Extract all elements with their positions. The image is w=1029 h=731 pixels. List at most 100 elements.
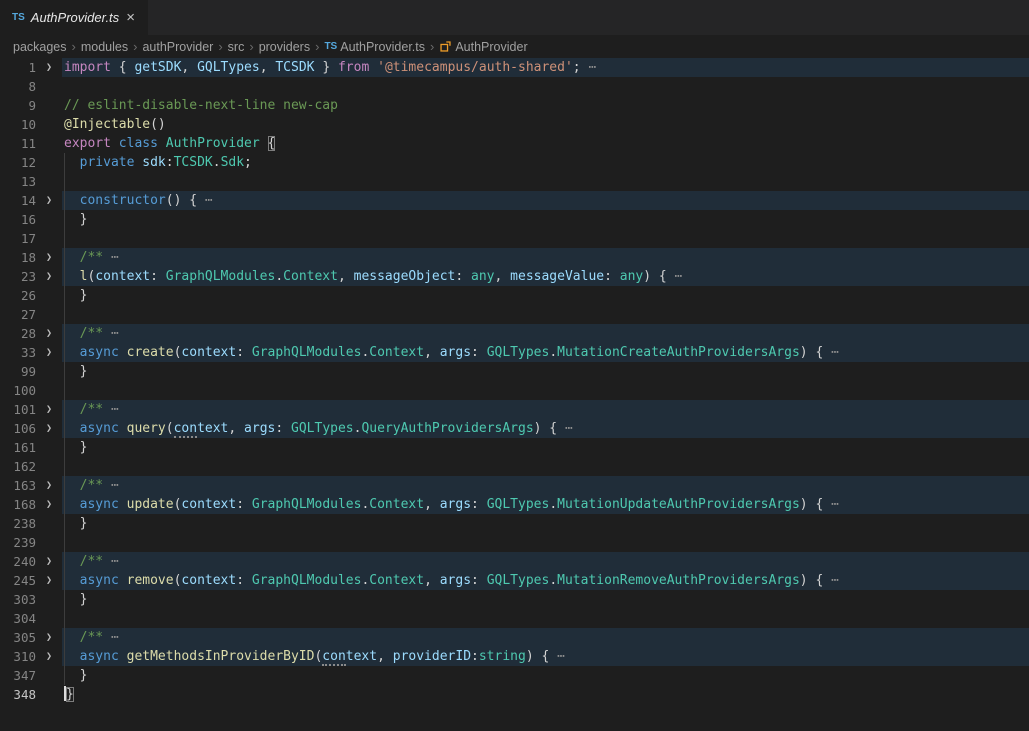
code-line-23: 23❯ l(context: GraphQLModules.Context, m… bbox=[0, 267, 1029, 286]
breadcrumb-item-modules[interactable]: modules bbox=[81, 40, 128, 54]
code-line-content[interactable] bbox=[62, 381, 1029, 400]
breadcrumb-item-providers[interactable]: providers bbox=[259, 40, 310, 54]
line-number[interactable]: 28 bbox=[0, 324, 36, 343]
code-line-content[interactable]: import { getSDK, GQLTypes, TCSDK } from … bbox=[62, 58, 1029, 77]
code-token: args bbox=[440, 345, 471, 360]
line-number[interactable]: 310 bbox=[0, 647, 36, 666]
line-number[interactable]: 33 bbox=[0, 343, 36, 362]
code-token: constructor bbox=[80, 193, 166, 208]
line-number[interactable]: 14 bbox=[0, 191, 36, 210]
code-line-content[interactable]: } bbox=[62, 666, 1029, 685]
code-line-content[interactable] bbox=[62, 229, 1029, 248]
fold-chevron-icon[interactable]: ❯ bbox=[36, 343, 62, 362]
line-number[interactable]: 12 bbox=[0, 153, 36, 172]
line-number[interactable]: 18 bbox=[0, 248, 36, 267]
fold-chevron-icon[interactable]: ❯ bbox=[36, 476, 62, 495]
line-number[interactable]: 238 bbox=[0, 514, 36, 533]
code-line-content[interactable]: async remove(context: GraphQLModules.Con… bbox=[62, 571, 1029, 590]
line-number[interactable]: 162 bbox=[0, 457, 36, 476]
fold-chevron-icon[interactable]: ❯ bbox=[36, 419, 62, 438]
line-number[interactable]: 100 bbox=[0, 381, 36, 400]
code-line-content[interactable]: /** ⋯ bbox=[62, 552, 1029, 571]
line-number[interactable]: 27 bbox=[0, 305, 36, 324]
line-number[interactable]: 9 bbox=[0, 96, 36, 115]
line-number[interactable]: 245 bbox=[0, 571, 36, 590]
code-line-content[interactable]: } bbox=[62, 210, 1029, 229]
fold-chevron-icon[interactable]: ❯ bbox=[36, 267, 62, 286]
line-number[interactable]: 11 bbox=[0, 134, 36, 153]
code-line-content[interactable]: // eslint-disable-next-line new-cap bbox=[62, 96, 1029, 115]
code-line-content[interactable] bbox=[62, 533, 1029, 552]
line-number[interactable]: 161 bbox=[0, 438, 36, 457]
fold-chevron-icon[interactable]: ❯ bbox=[36, 400, 62, 419]
code-line-content[interactable]: } bbox=[62, 286, 1029, 305]
line-number[interactable]: 23 bbox=[0, 267, 36, 286]
fold-chevron-icon[interactable]: ❯ bbox=[36, 58, 62, 77]
code-line-content[interactable] bbox=[62, 77, 1029, 96]
line-number[interactable]: 99 bbox=[0, 362, 36, 381]
indent-guide bbox=[64, 552, 65, 571]
code-line-content[interactable]: /** ⋯ bbox=[62, 400, 1029, 419]
code-line-content[interactable]: l(context: GraphQLModules.Context, messa… bbox=[62, 267, 1029, 286]
line-number[interactable]: 1 bbox=[0, 58, 36, 77]
code-token bbox=[111, 136, 119, 151]
code-line-content[interactable]: } bbox=[62, 514, 1029, 533]
code-token: MutationCreateAuthProvidersArgs bbox=[557, 345, 800, 360]
code-line-content[interactable] bbox=[62, 172, 1029, 191]
code-line-content[interactable]: /** ⋯ bbox=[62, 324, 1029, 343]
code-line-content[interactable]: } bbox=[62, 685, 1029, 704]
line-number[interactable]: 26 bbox=[0, 286, 36, 305]
close-icon[interactable]: × bbox=[123, 9, 138, 26]
fold-chevron-icon[interactable]: ❯ bbox=[36, 647, 62, 666]
code-token: sdk bbox=[142, 155, 165, 170]
fold-chevron-icon[interactable]: ❯ bbox=[36, 495, 62, 514]
code-line-content[interactable]: async query(context, args: GQLTypes.Quer… bbox=[62, 419, 1029, 438]
line-number[interactable]: 304 bbox=[0, 609, 36, 628]
line-number[interactable]: 239 bbox=[0, 533, 36, 552]
code-line-content[interactable]: } bbox=[62, 438, 1029, 457]
code-line-content[interactable]: @Injectable() bbox=[62, 115, 1029, 134]
breadcrumb-item-src[interactable]: src bbox=[228, 40, 245, 54]
breadcrumb-item-authprovider[interactable]: authProvider bbox=[142, 40, 213, 54]
line-number[interactable]: 8 bbox=[0, 77, 36, 96]
code-line-content[interactable]: /** ⋯ bbox=[62, 248, 1029, 267]
code-line-content[interactable]: async create(context: GraphQLModules.Con… bbox=[62, 343, 1029, 362]
code-line-content[interactable]: export class AuthProvider { bbox=[62, 134, 1029, 153]
code-line-content[interactable]: private sdk:TCSDK.Sdk; bbox=[62, 153, 1029, 172]
code-line-content[interactable]: async getMethodsInProviderByID(context, … bbox=[62, 647, 1029, 666]
line-number[interactable]: 303 bbox=[0, 590, 36, 609]
line-number[interactable]: 13 bbox=[0, 172, 36, 191]
line-number[interactable]: 17 bbox=[0, 229, 36, 248]
fold-chevron-icon[interactable]: ❯ bbox=[36, 324, 62, 343]
gutter: 106❯ bbox=[0, 419, 62, 438]
fold-chevron-icon[interactable]: ❯ bbox=[36, 628, 62, 647]
line-number[interactable]: 305 bbox=[0, 628, 36, 647]
breadcrumb-item-authprovider[interactable]: AuthProvider bbox=[439, 40, 527, 54]
fold-chevron-icon[interactable]: ❯ bbox=[36, 552, 62, 571]
code-line-content[interactable]: } bbox=[62, 590, 1029, 609]
fold-chevron-icon[interactable]: ❯ bbox=[36, 191, 62, 210]
line-number[interactable]: 240 bbox=[0, 552, 36, 571]
line-number[interactable]: 16 bbox=[0, 210, 36, 229]
code-line-content[interactable]: } bbox=[62, 362, 1029, 381]
tab-authprovider[interactable]: TS AuthProvider.ts × bbox=[0, 0, 148, 35]
code-line-content[interactable]: async update(context: GraphQLModules.Con… bbox=[62, 495, 1029, 514]
fold-chevron-icon[interactable]: ❯ bbox=[36, 248, 62, 267]
code-line-content[interactable] bbox=[62, 457, 1029, 476]
breadcrumb-item-packages[interactable]: packages bbox=[13, 40, 67, 54]
fold-chevron-icon[interactable]: ❯ bbox=[36, 571, 62, 590]
line-number[interactable]: 106 bbox=[0, 419, 36, 438]
code-line-content[interactable]: constructor() { ⋯ bbox=[62, 191, 1029, 210]
code-line-content[interactable]: /** ⋯ bbox=[62, 628, 1029, 647]
line-number[interactable]: 347 bbox=[0, 666, 36, 685]
code-line-content[interactable]: /** ⋯ bbox=[62, 476, 1029, 495]
line-number[interactable]: 168 bbox=[0, 495, 36, 514]
line-number[interactable]: 101 bbox=[0, 400, 36, 419]
code-editor[interactable]: 1❯import { getSDK, GQLTypes, TCSDK } fro… bbox=[0, 58, 1029, 731]
code-line-content[interactable] bbox=[62, 305, 1029, 324]
code-line-content[interactable] bbox=[62, 609, 1029, 628]
line-number[interactable]: 163 bbox=[0, 476, 36, 495]
line-number[interactable]: 10 bbox=[0, 115, 36, 134]
breadcrumb-item-authprovider-ts[interactable]: TSAuthProvider.ts bbox=[324, 40, 425, 54]
line-number[interactable]: 348 bbox=[0, 685, 36, 704]
